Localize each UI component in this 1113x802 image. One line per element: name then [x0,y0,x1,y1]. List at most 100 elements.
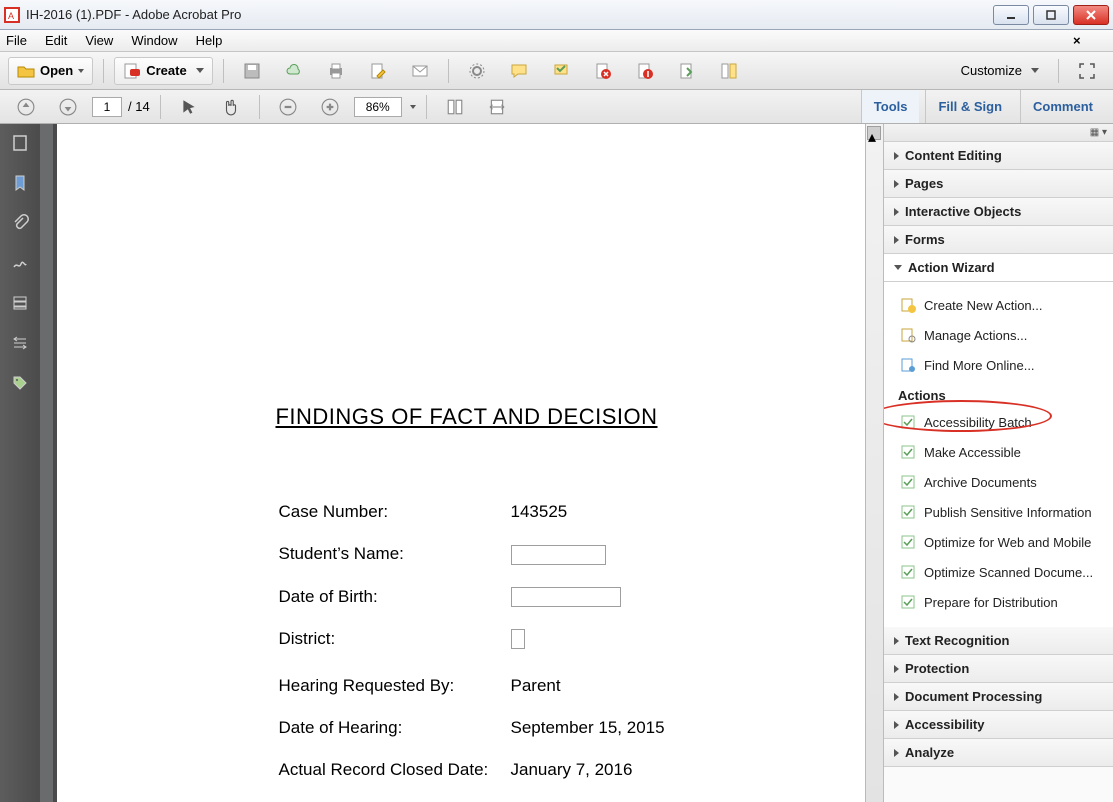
signatures-button[interactable] [7,250,33,276]
open-button[interactable]: Open [8,57,93,85]
action-item-icon [900,504,916,520]
menu-view[interactable]: View [85,33,113,48]
action-wizard-panel: Create New Action... Manage Actions... F… [884,282,1113,627]
caret-down-icon [196,68,204,73]
dob-input[interactable] [511,587,621,607]
pdf-page: FINDINGS OF FACT AND DECISION Case Numbe… [57,124,867,802]
bookmarks-button[interactable] [7,170,33,196]
stamp-button[interactable] [543,57,579,85]
field-value: January 7, 2016 [511,750,731,790]
insert-page-button[interactable] [627,57,663,85]
action-online-icon [900,357,916,373]
app-icon: A [4,7,20,23]
section-text-recognition[interactable]: Text Recognition [884,627,1113,655]
district-input[interactable] [511,629,525,649]
vertical-scrollbar[interactable]: ▴ [865,124,883,802]
section-action-wizard[interactable]: Action Wizard [884,254,1113,282]
section-forms[interactable]: Forms [884,226,1113,254]
window-close-button[interactable] [1073,5,1109,25]
layers-button[interactable] [7,290,33,316]
customize-button[interactable]: Customize [952,57,1048,85]
field-value: Parent [511,666,731,706]
action-publish-sensitive[interactable]: Publish Sensitive Information [884,497,1113,527]
section-analyze[interactable]: Analyze [884,739,1113,767]
print-button[interactable] [318,57,354,85]
action-prepare-distribution[interactable]: Prepare for Distribution [884,587,1113,617]
task-pane-header[interactable]: ▦ ▾ [884,124,1113,142]
manage-actions[interactable]: Manage Actions... [884,320,1113,350]
section-content-editing[interactable]: Content Editing [884,142,1113,170]
export-page-button[interactable] [669,57,705,85]
section-document-processing[interactable]: Document Processing [884,683,1113,711]
document-title: FINDINGS OF FACT AND DECISION [157,404,777,430]
cursor-icon [180,98,198,116]
create-button[interactable]: Create [114,57,212,85]
action-optimize-web[interactable]: Optimize for Web and Mobile [884,527,1113,557]
fit-width-button[interactable] [479,93,515,121]
window-title: IH-2016 (1).PDF - Adobe Acrobat Pro [26,7,989,22]
delete-page-button[interactable] [585,57,621,85]
window-maximize-button[interactable] [1033,5,1069,25]
cloud-button[interactable] [276,57,312,85]
action-archive-documents[interactable]: Archive Documents [884,467,1113,497]
scroll-up-button[interactable]: ▴ [867,126,881,140]
fullscreen-icon [1078,62,1096,80]
action-accessibility-batch[interactable]: Accessibility Batch [884,407,1113,437]
section-interactive-objects[interactable]: Interactive Objects [884,198,1113,226]
fit-page-icon [446,98,464,116]
field-label: Hearing Requested By: [279,666,509,706]
menu-file[interactable]: File [6,33,27,48]
zoom-out-button[interactable] [270,93,306,121]
page-down-button[interactable] [50,93,86,121]
field-value: 143525 [511,492,731,532]
section-accessibility[interactable]: Accessibility [884,711,1113,739]
tab-fill-sign[interactable]: Fill & Sign [925,90,1014,123]
settings-button[interactable] [459,57,495,85]
comment-tool-button[interactable] [501,57,537,85]
page-number-input[interactable] [92,97,122,117]
organize-button[interactable] [711,57,747,85]
zoom-in-button[interactable] [312,93,348,121]
printer-icon [327,62,345,80]
tab-comment[interactable]: Comment [1020,90,1105,123]
zoom-input[interactable] [354,97,402,117]
tags-button[interactable] [7,370,33,396]
section-pages[interactable]: Pages [884,170,1113,198]
document-close-button[interactable]: × [1073,33,1089,48]
action-item-icon [900,414,916,430]
window-minimize-button[interactable] [993,5,1029,25]
create-new-action[interactable]: Create New Action... [884,290,1113,320]
fullscreen-button[interactable] [1069,57,1105,85]
caret-down-icon [1031,68,1039,73]
zoom-in-icon [321,98,339,116]
action-make-accessible[interactable]: Make Accessible [884,437,1113,467]
caret-down-icon[interactable] [410,105,416,109]
menu-window[interactable]: Window [131,33,177,48]
insert-page-icon [636,62,654,80]
student-name-input[interactable] [511,545,606,565]
stamp-icon [552,62,570,80]
action-optimize-scanned[interactable]: Optimize Scanned Docume... [884,557,1113,587]
edit-doc-button[interactable] [360,57,396,85]
email-button[interactable] [402,57,438,85]
action-item-icon [900,444,916,460]
arrow-up-icon [17,98,35,116]
hand-tool-button[interactable] [213,93,249,121]
tab-tools[interactable]: Tools [861,90,920,123]
action-item-icon [900,534,916,550]
page-up-button[interactable] [8,93,44,121]
document-area[interactable]: FINDINGS OF FACT AND DECISION Case Numbe… [40,124,883,802]
select-tool-button[interactable] [171,93,207,121]
find-more-online[interactable]: Find More Online... [884,350,1113,380]
attachments-button[interactable] [7,210,33,236]
toolbar-primary: Open Create Customize [0,52,1113,90]
save-button[interactable] [234,57,270,85]
order-button[interactable] [7,330,33,356]
create-pdf-icon [123,62,141,80]
thumbnails-button[interactable] [7,130,33,156]
fit-page-button[interactable] [437,93,473,121]
menu-edit[interactable]: Edit [45,33,67,48]
menu-help[interactable]: Help [196,33,223,48]
section-protection[interactable]: Protection [884,655,1113,683]
navigation-pane [0,124,40,802]
